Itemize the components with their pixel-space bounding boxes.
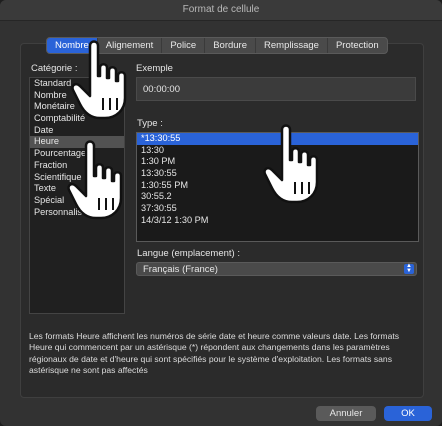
tab-remplissage[interactable]: Remplissage — [256, 38, 328, 53]
hand-pointer-icon — [67, 140, 123, 220]
description-text: Les formats Heure affichent les numéros … — [29, 331, 400, 376]
chevron-updown-icon: ▲ ▼ — [404, 263, 414, 274]
locale-value: Français (France) — [143, 264, 218, 275]
ok-button[interactable]: OK — [384, 406, 432, 421]
example-label: Exemple — [136, 63, 173, 74]
tab-protection[interactable]: Protection — [328, 38, 387, 53]
hand-pointer-icon — [71, 40, 127, 120]
example-preview: 00:00:00 — [136, 77, 416, 101]
category-item-date[interactable]: Date — [30, 125, 124, 137]
tab-bordure[interactable]: Bordure — [205, 38, 257, 53]
type-item[interactable]: 14/3/12 1:30 PM — [137, 215, 418, 227]
tab-police[interactable]: Police — [162, 38, 206, 53]
window-title: Format de cellule — [0, 0, 442, 21]
type-label: Type : — [137, 118, 163, 129]
locale-select[interactable]: Français (France) ▲ ▼ — [136, 262, 417, 276]
locale-label: Langue (emplacement) : — [137, 248, 240, 259]
cancel-button[interactable]: Annuler — [316, 406, 376, 421]
hand-pointer-icon — [263, 124, 319, 204]
type-item[interactable]: 37:30:55 — [137, 203, 418, 215]
